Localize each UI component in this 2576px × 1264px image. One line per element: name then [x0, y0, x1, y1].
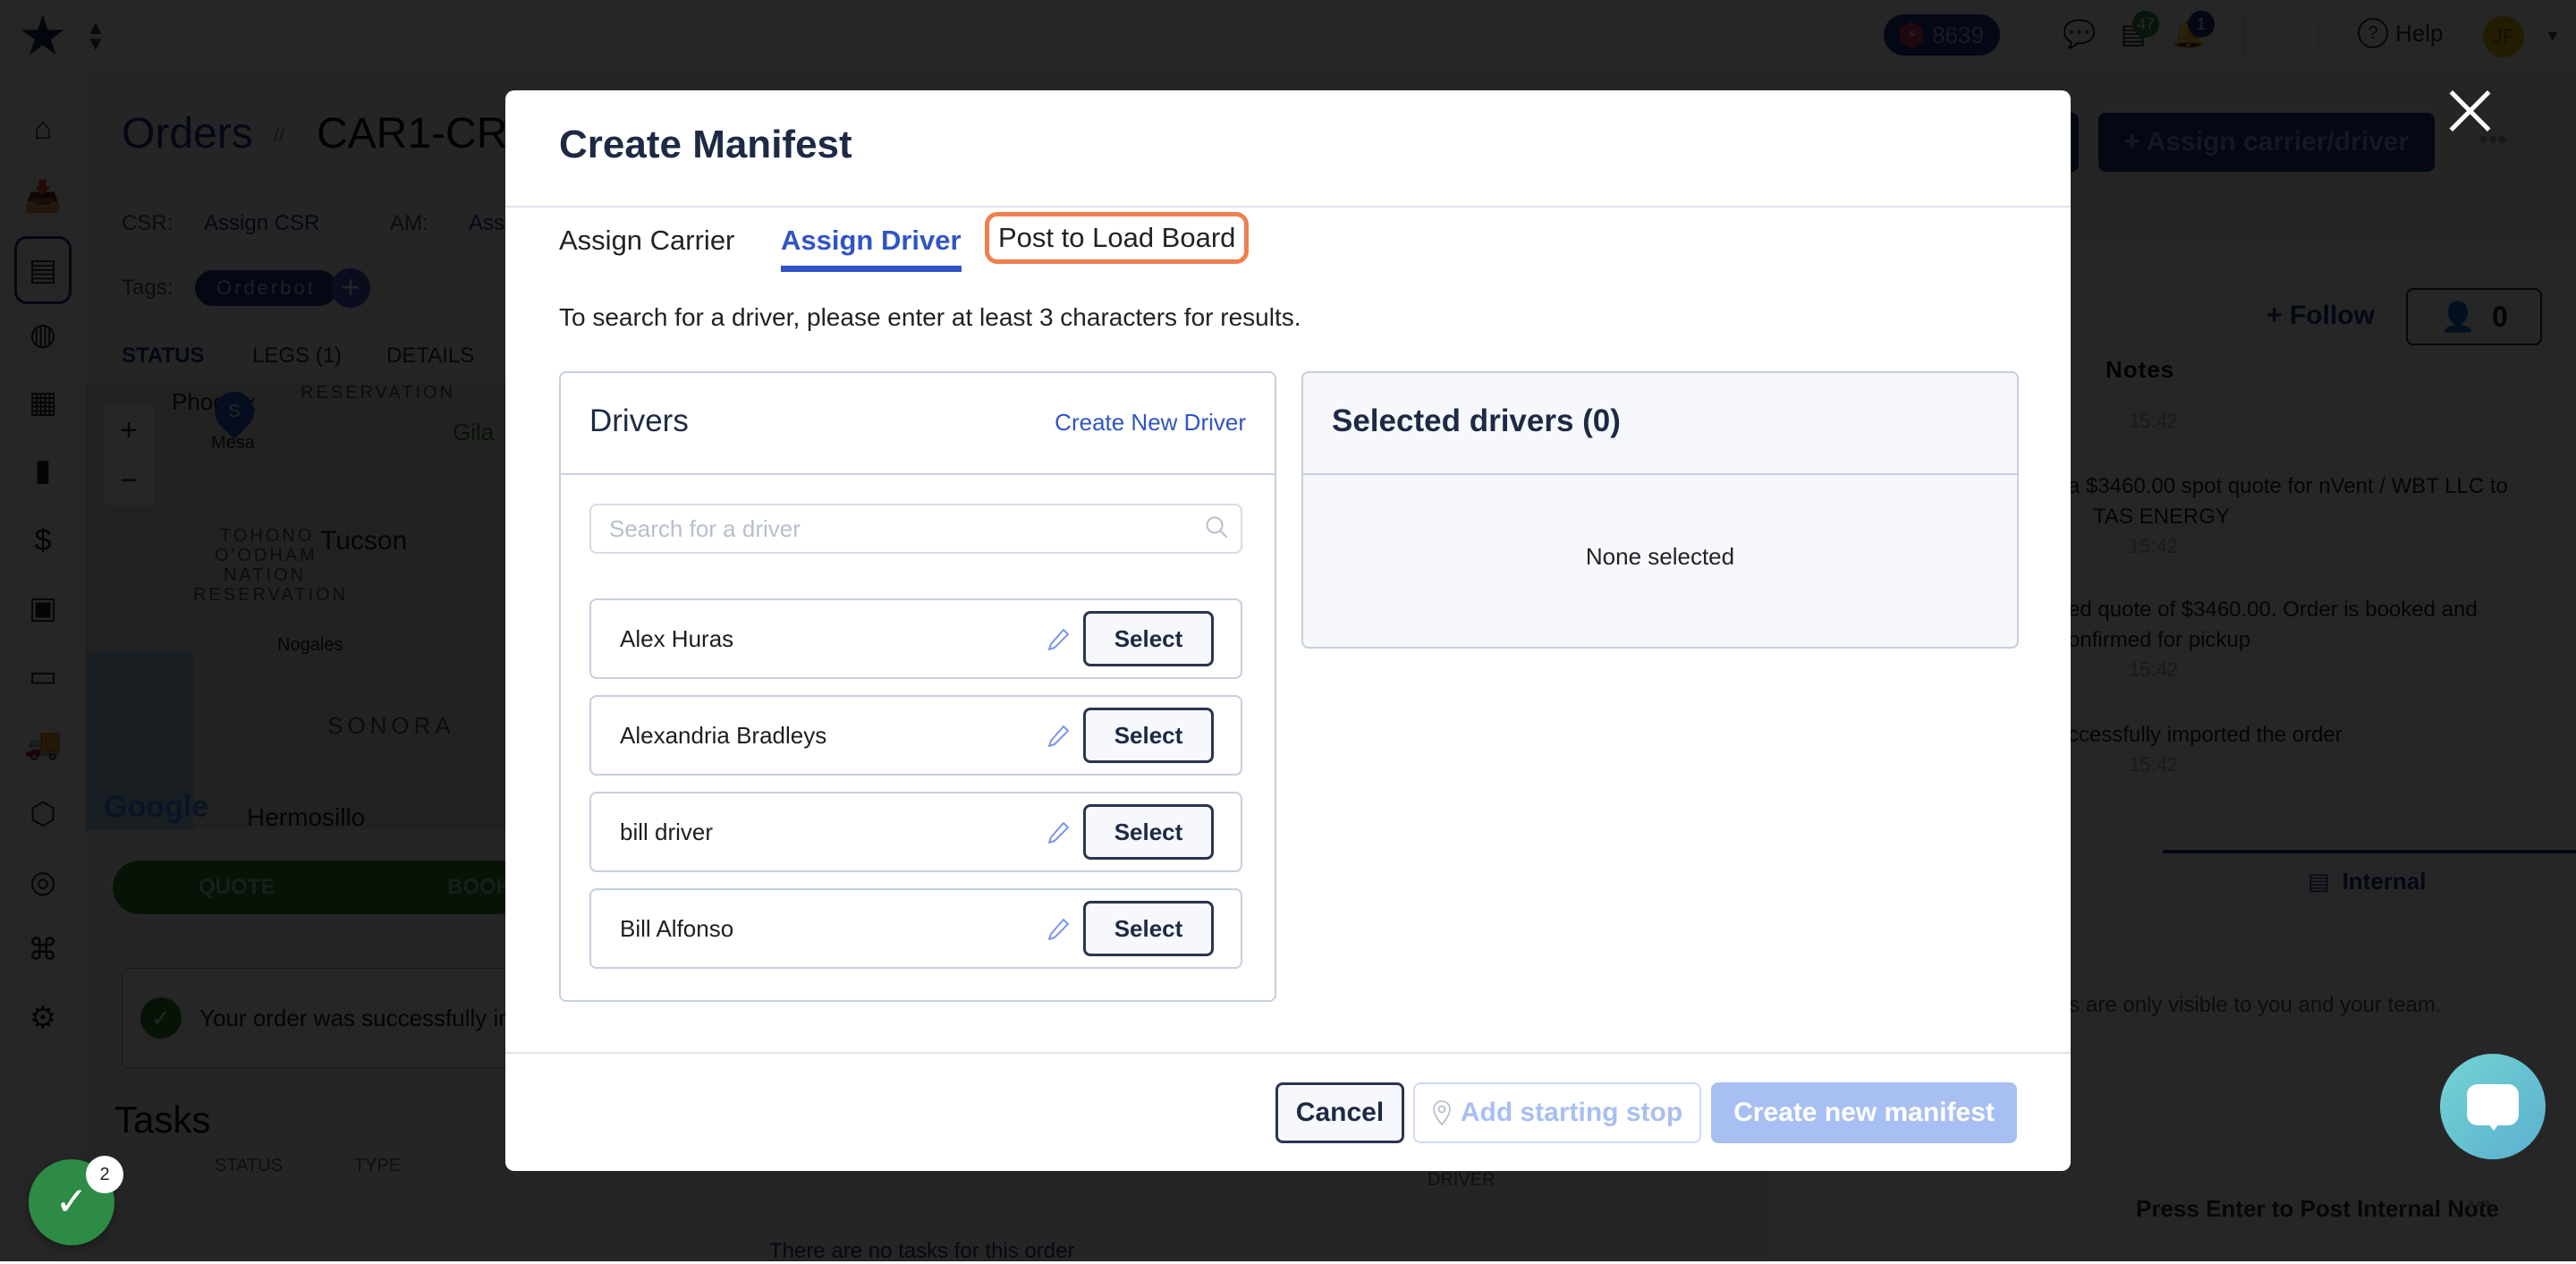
driver-name: Alex Huras	[620, 625, 734, 652]
create-new-driver-link[interactable]: Create New Driver	[1055, 409, 1246, 437]
driver-row: bill driver Select	[589, 792, 1242, 872]
selected-drivers-heading: Selected drivers (0)	[1332, 403, 1621, 438]
checklist-badge: 2	[86, 1156, 123, 1193]
create-new-manifest-label: Create new manifest	[1733, 1098, 1995, 1127]
close-icon[interactable]	[2446, 88, 2493, 134]
search-icon	[1206, 516, 1227, 538]
driver-row: Alexandria Bradleys Select	[589, 695, 1242, 776]
select-driver-button[interactable]: Select	[1083, 804, 1214, 860]
select-driver-button[interactable]: Select	[1083, 901, 1214, 956]
driver-name: Bill Alfonso	[620, 915, 734, 942]
drivers-panel-header: Drivers Create New Driver	[561, 373, 1275, 475]
chat-bubble-icon	[2467, 1084, 2519, 1131]
tab-assign-carrier[interactable]: Assign Carrier	[559, 225, 734, 257]
add-starting-stop-button[interactable]: Add starting stop	[1413, 1082, 1701, 1143]
create-manifest-modal: Create Manifest Assign Carrier Assign Dr…	[505, 90, 2071, 1171]
modal-title: Create Manifest	[559, 123, 852, 166]
pencil-icon[interactable]	[1044, 722, 1072, 751]
tab-post-to-load-board[interactable]: Post to Load Board	[985, 212, 1250, 264]
modal-footer-divider	[505, 1052, 2071, 1054]
drivers-heading: Drivers	[589, 403, 689, 438]
driver-search-input[interactable]	[589, 504, 1242, 554]
drivers-panel: Drivers Create New Driver Alex Huras Sel…	[559, 371, 1276, 1002]
search-instruction: To search for a driver, please enter at …	[559, 303, 1301, 331]
selected-drivers-empty: None selected	[1585, 543, 1735, 570]
driver-name: bill driver	[620, 819, 714, 845]
select-driver-button[interactable]: Select	[1083, 611, 1214, 666]
driver-row: Alex Huras Select	[589, 598, 1242, 679]
tab-assign-driver[interactable]: Assign Driver	[781, 225, 962, 272]
pencil-icon[interactable]	[1044, 819, 1072, 847]
create-new-manifest-button[interactable]: Create new manifest	[1711, 1082, 2017, 1143]
selected-drivers-panel: Selected drivers (0) None selected	[1301, 371, 2019, 649]
select-driver-button[interactable]: Select	[1083, 708, 1214, 763]
pencil-icon[interactable]	[1044, 915, 1072, 944]
support-chat-button[interactable]	[2440, 1054, 2546, 1159]
add-starting-stop-label: Add starting stop	[1460, 1098, 1683, 1127]
pencil-icon[interactable]	[1044, 625, 1072, 654]
selected-drivers-header: Selected drivers (0)	[1303, 373, 2017, 475]
driver-row: Bill Alfonso Select	[589, 888, 1242, 969]
map-pin-icon	[1433, 1100, 1451, 1126]
cancel-label: Cancel	[1295, 1098, 1385, 1127]
modal-header-divider	[505, 206, 2071, 208]
cancel-button[interactable]: Cancel	[1275, 1082, 1404, 1143]
driver-name: Alexandria Bradleys	[620, 722, 827, 749]
